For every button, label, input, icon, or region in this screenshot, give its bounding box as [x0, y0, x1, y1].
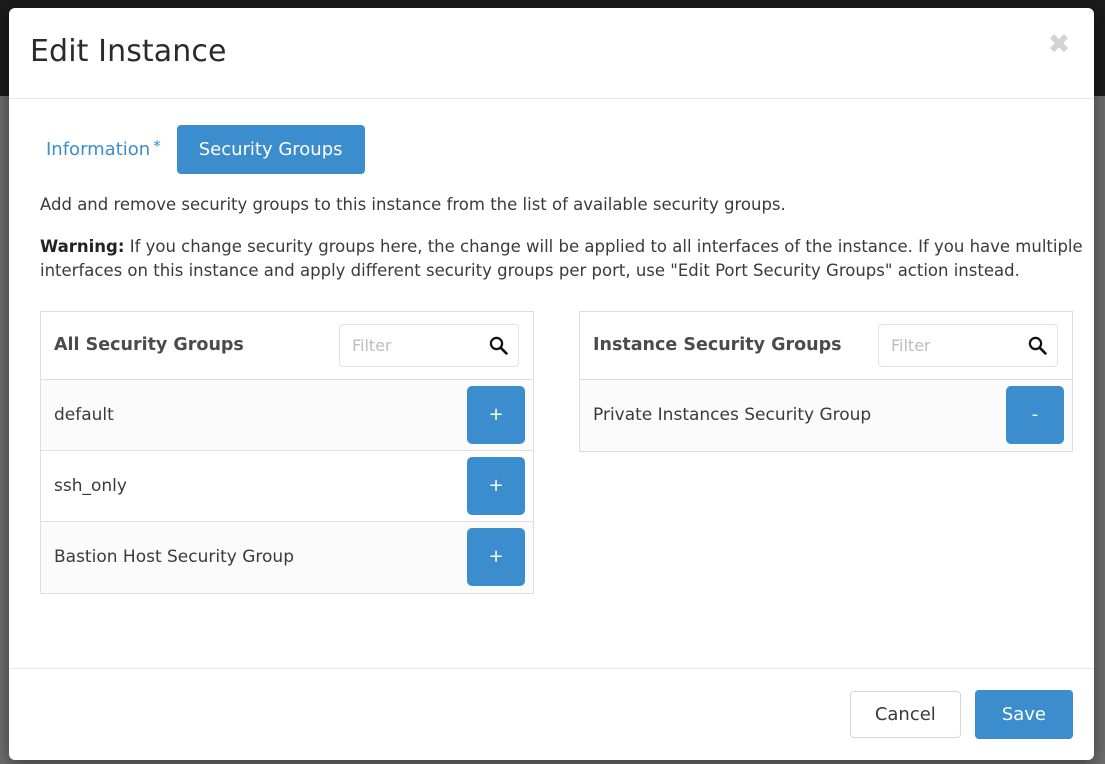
all-security-groups-filter	[339, 323, 519, 367]
tab-bar: Information * Security Groups	[30, 99, 1073, 175]
instance-security-groups-title: Instance Security Groups	[593, 335, 842, 356]
add-security-group-button[interactable]: +	[467, 385, 525, 444]
remove-security-group-button[interactable]: -	[1006, 386, 1064, 445]
required-asterisk-icon: *	[153, 136, 161, 155]
modal-body: Information * Security Groups Add and rem…	[9, 99, 1094, 668]
warning-body: If you change security groups here, the …	[40, 236, 1083, 280]
instance-security-groups-panel: Instance Security Groups Private Instanc…	[579, 310, 1073, 452]
description-text: Add and remove security groups to this i…	[40, 195, 786, 214]
instance-security-groups-filter-input[interactable]	[878, 323, 1058, 367]
save-button[interactable]: Save	[974, 690, 1073, 739]
instance-security-groups-filter	[878, 323, 1058, 367]
edit-instance-modal: Edit Instance ✖ Information * Security Gr…	[9, 8, 1094, 760]
add-security-group-button[interactable]: +	[467, 456, 525, 515]
cancel-button[interactable]: Cancel	[849, 691, 961, 738]
security-group-name: Private Instances Security Group	[593, 405, 872, 426]
security-group-panels: All Security Groups default + ssh_only	[40, 310, 1073, 594]
tab-information[interactable]: Information *	[30, 126, 177, 173]
all-security-groups-header: All Security Groups	[41, 311, 533, 380]
security-group-name: default	[54, 404, 114, 425]
instance-security-groups-header: Instance Security Groups	[580, 311, 1072, 380]
tab-security-groups[interactable]: Security Groups	[176, 124, 365, 174]
all-security-groups-filter-input[interactable]	[339, 323, 519, 367]
tab-information-label: Information	[46, 138, 151, 160]
warning-label: Warning:	[40, 236, 125, 256]
all-security-groups-panel: All Security Groups default + ssh_only	[40, 310, 534, 594]
warning-text: Warning: If you change security groups h…	[40, 235, 1083, 283]
table-row[interactable]: Private Instances Security Group -	[580, 379, 1072, 451]
close-icon[interactable]: ✖	[1043, 29, 1075, 61]
modal-footer: Cancel Save	[9, 668, 1094, 760]
all-security-groups-title: All Security Groups	[54, 335, 244, 356]
table-row[interactable]: ssh_only +	[41, 450, 533, 522]
security-group-name: Bastion Host Security Group	[54, 547, 294, 568]
page-title: Edit Instance	[30, 34, 227, 69]
add-security-group-button[interactable]: +	[467, 528, 525, 587]
security-group-name: ssh_only	[54, 475, 127, 496]
modal-header: Edit Instance ✖	[9, 8, 1094, 99]
table-row[interactable]: Bastion Host Security Group +	[41, 521, 533, 593]
table-row[interactable]: default +	[41, 379, 533, 451]
